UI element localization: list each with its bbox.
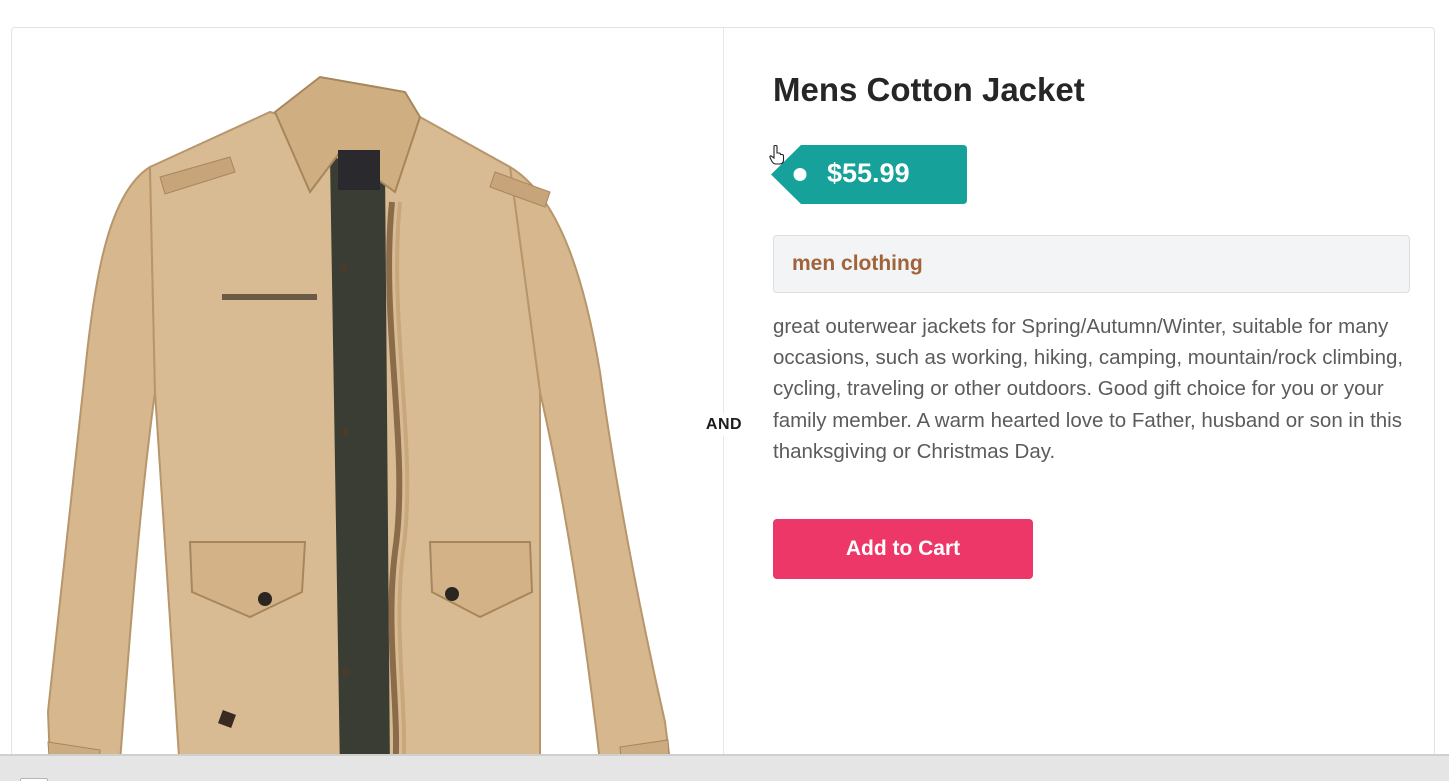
vertical-divider [723, 28, 724, 766]
product-category: men clothing [792, 252, 923, 275]
divider-label: AND [703, 414, 745, 436]
product-title: Mens Cotton Jacket [773, 71, 1085, 108]
product-price: $55.99 [827, 158, 910, 188]
tag-hole-icon [793, 168, 807, 181]
bottom-scroll-strip [0, 754, 1449, 781]
hand-pointer-icon [769, 145, 785, 165]
product-image [46, 75, 670, 766]
add-to-cart-button[interactable]: Add to Cart [773, 519, 1033, 579]
product-page: AND Mens Cotton Jacket $55.99 men clothi… [0, 0, 1449, 781]
product-description: great outerwear jackets for Spring/Autum… [773, 315, 1404, 463]
price-tag: $55.99 [769, 145, 967, 204]
product-card: AND Mens Cotton Jacket $55.99 men clothi… [11, 27, 1435, 767]
product-image-column [12, 28, 723, 766]
category-badge: men clothing [773, 235, 1410, 293]
